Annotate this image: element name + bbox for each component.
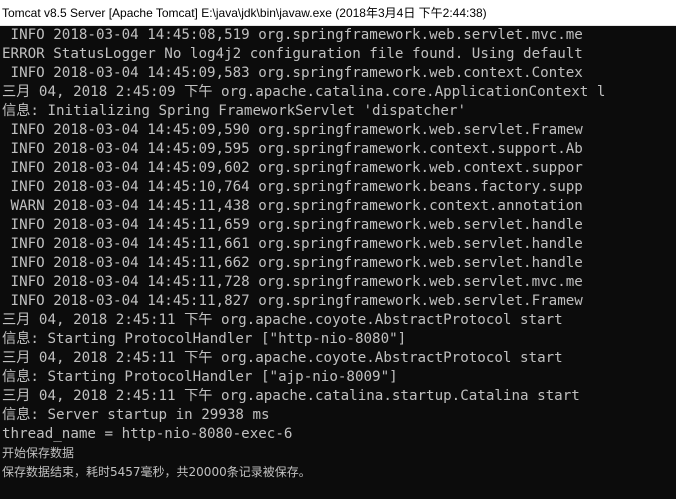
- console-line: 保存数据结束，耗时5457毫秒，共20000条记录被保存。: [2, 465, 311, 479]
- console-line: INFO 2018-03-04 14:45:11,661 org.springf…: [2, 236, 583, 252]
- console-line: thread_name = http-nio-8080-exec-6: [2, 426, 293, 442]
- console-line: INFO 2018-03-04 14:45:09,595 org.springf…: [2, 141, 583, 157]
- console-titlebar: Tomcat v8.5 Server [Apache Tomcat] E:\ja…: [0, 0, 676, 26]
- console-line: 信息: Starting ProtocolHandler ["ajp-nio-8…: [2, 369, 398, 385]
- console-line: 开始保存数据: [2, 446, 75, 460]
- console-line: 信息: Initializing Spring FrameworkServlet…: [2, 103, 466, 119]
- console-line: INFO 2018-03-04 14:45:08,519 org.springf…: [2, 27, 583, 43]
- console-line: INFO 2018-03-04 14:45:09,602 org.springf…: [2, 160, 583, 176]
- console-line: INFO 2018-03-04 14:45:11,659 org.springf…: [2, 217, 583, 233]
- console-line: 信息: Server startup in 29938 ms: [2, 407, 270, 423]
- tomcat-console-window: Tomcat v8.5 Server [Apache Tomcat] E:\ja…: [0, 0, 676, 499]
- console-line: INFO 2018-03-04 14:45:11,662 org.springf…: [2, 255, 583, 271]
- console-output[interactable]: INFO 2018-03-04 14:45:08,519 org.springf…: [0, 26, 676, 499]
- console-line: 三月 04, 2018 2:45:11 下午 org.apache.catali…: [2, 388, 580, 404]
- console-line: ERROR StatusLogger No log4j2 configurati…: [2, 46, 583, 62]
- console-line: INFO 2018-03-04 14:45:09,583 org.springf…: [2, 65, 583, 81]
- console-line: 信息: Starting ProtocolHandler ["http-nio-…: [2, 331, 407, 347]
- console-line: 三月 04, 2018 2:45:11 下午 org.apache.coyote…: [2, 312, 563, 328]
- console-line: 三月 04, 2018 2:45:11 下午 org.apache.coyote…: [2, 350, 563, 366]
- console-line: INFO 2018-03-04 14:45:11,827 org.springf…: [2, 293, 583, 309]
- console-line: INFO 2018-03-04 14:45:11,728 org.springf…: [2, 274, 583, 290]
- console-line: 三月 04, 2018 2:45:09 下午 org.apache.catali…: [2, 84, 606, 100]
- console-line: INFO 2018-03-04 14:45:10,764 org.springf…: [2, 179, 583, 195]
- console-line: INFO 2018-03-04 14:45:09,590 org.springf…: [2, 122, 583, 138]
- console-line: WARN 2018-03-04 14:45:11,438 org.springf…: [2, 198, 583, 214]
- window-title: Tomcat v8.5 Server [Apache Tomcat] E:\ja…: [2, 6, 487, 20]
